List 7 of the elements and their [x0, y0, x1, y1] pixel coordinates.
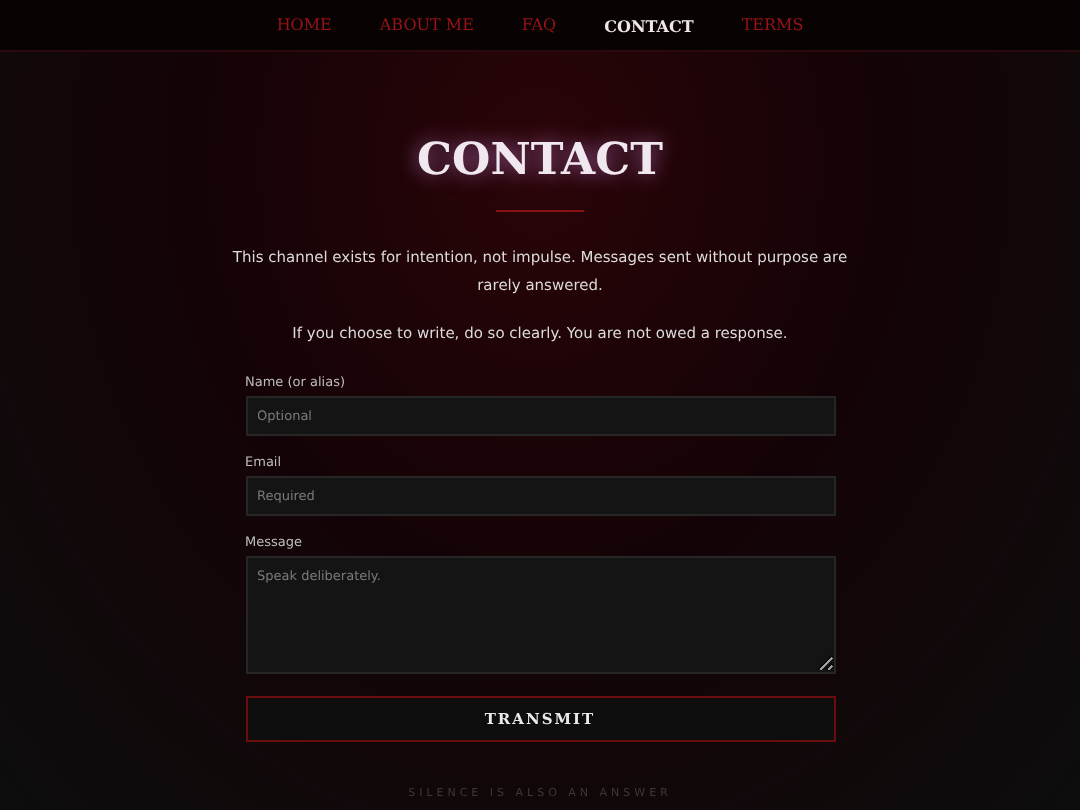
nav-link[interactable]: CONTACT — [604, 13, 694, 37]
nav-link[interactable]: HOME — [276, 13, 332, 37]
nav-link[interactable]: ABOUT ME — [379, 13, 474, 37]
nav-link[interactable]: TERMS — [741, 13, 804, 37]
title-divider — [496, 210, 584, 212]
page-title: CONTACT — [417, 132, 663, 188]
nav-link[interactable]: FAQ — [521, 13, 557, 37]
